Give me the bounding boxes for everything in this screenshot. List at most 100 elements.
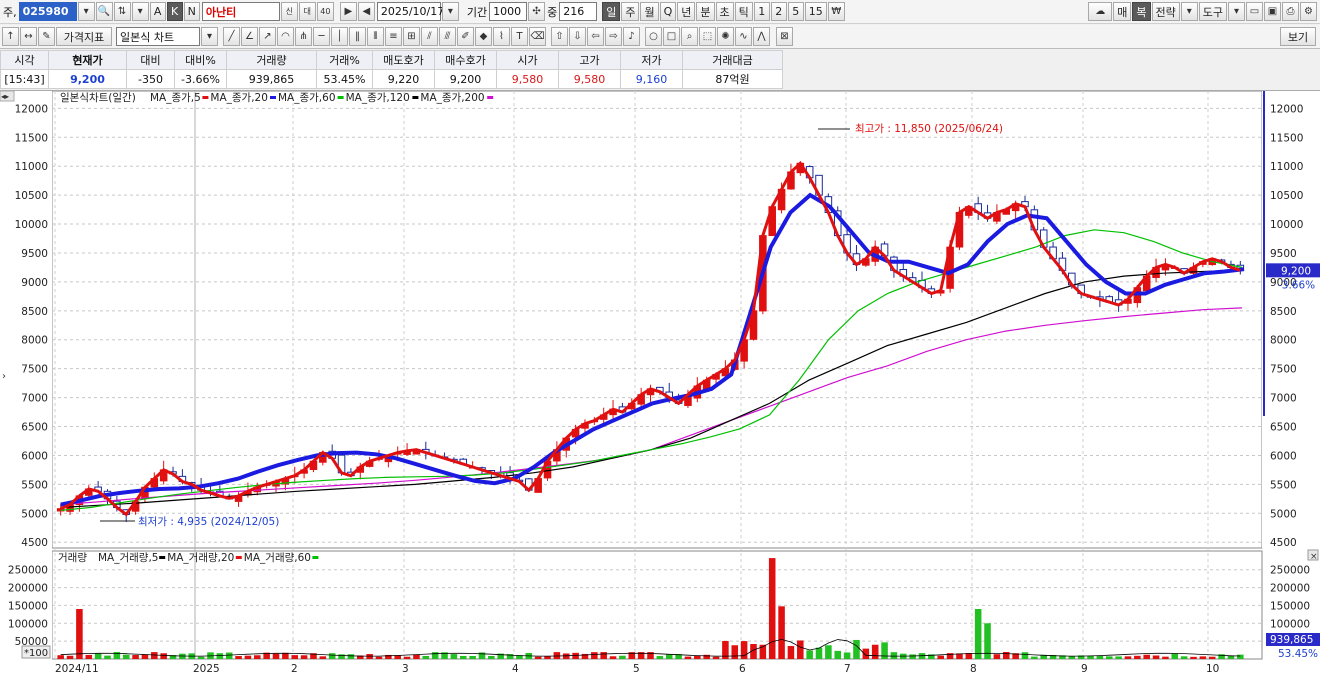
quote-value-5: 53.45% <box>316 69 373 89</box>
arrow-right-icon[interactable]: ⇨ <box>605 27 622 46</box>
period-quarter-button[interactable]: Q <box>659 2 677 21</box>
select-region-icon[interactable]: ⬚ <box>699 27 716 46</box>
date-dropdown-icon[interactable]: ▾ <box>441 2 459 21</box>
indicator-button[interactable]: 가격지표 <box>56 27 112 46</box>
strategy-button[interactable]: 전략 <box>1151 2 1180 21</box>
volume-tick-left: 250000 <box>8 565 48 577</box>
period-5-button[interactable]: 5 <box>787 2 804 21</box>
note-icon[interactable]: ♪ <box>623 27 640 46</box>
duplicate-button[interactable]: 복 <box>1132 2 1151 21</box>
edit-icon[interactable]: ✎ <box>38 27 55 46</box>
mode-n-button[interactable]: N <box>183 2 200 21</box>
cloud-icon[interactable]: ☁ <box>1088 2 1113 21</box>
period-day-button[interactable]: 일 <box>602 2 621 21</box>
stock-name-field[interactable]: 아난티 <box>201 2 280 21</box>
volume-bar <box>57 655 64 659</box>
chevron-down-icon[interactable]: ▾ <box>131 2 149 21</box>
eraser-icon[interactable]: ⌫ <box>529 27 546 46</box>
chart-type-select[interactable]: 일본식 차트 <box>116 27 200 46</box>
expand-panel-icon: › <box>2 371 6 382</box>
volume-legend-item: MA_거래량,60 <box>244 552 311 564</box>
trendline-icon[interactable]: ╱ <box>223 27 240 46</box>
play-icon[interactable]: ▶ <box>339 2 357 21</box>
wave-icon[interactable]: ∿ <box>735 27 752 46</box>
crosshair-icon[interactable]: ✣ <box>528 2 546 21</box>
fibo-time-icon[interactable]: ‖ <box>349 27 366 46</box>
price-tick-left: 7000 <box>21 393 48 405</box>
text-tool-icon[interactable]: T <box>511 27 528 46</box>
period-month-button[interactable]: 월 <box>640 2 659 21</box>
quote-value-1: 9,200 <box>48 69 127 89</box>
period-minute-button[interactable]: 분 <box>696 2 715 21</box>
folder-icon[interactable]: ▭ <box>1246 2 1263 21</box>
volume-bar <box>151 652 158 659</box>
arrow-left-icon[interactable]: ⇦ <box>587 27 604 46</box>
period-second-button[interactable]: 초 <box>715 2 734 21</box>
trade-button[interactable]: 매 <box>1113 2 1132 21</box>
save-icon[interactable]: ▣ <box>1264 2 1281 21</box>
angle-line-icon[interactable]: ∠ <box>241 27 258 46</box>
volume-bar <box>834 650 842 659</box>
period-1-button[interactable]: 1 <box>753 2 770 21</box>
fan-icon[interactable]: ⋔ <box>295 27 312 46</box>
period-week-button[interactable]: 주 <box>621 2 640 21</box>
grid-lines-icon[interactable]: ⊞ <box>403 27 420 46</box>
volume-bar <box>665 654 673 659</box>
arrow-up-icon[interactable]: ⇧ <box>551 27 568 46</box>
horizontal-line-icon[interactable]: ─ <box>313 27 330 46</box>
cycle-lines-icon[interactable]: ⦀ <box>367 27 384 46</box>
x-tick-label: 2025 <box>193 663 220 675</box>
tools-dropdown-icon[interactable]: ▾ <box>1228 2 1245 21</box>
count-input[interactable]: 216 <box>559 2 598 21</box>
tools-button[interactable]: 도구 <box>1198 2 1227 21</box>
magnet-icon[interactable]: ✺ <box>717 27 734 46</box>
current-ratio-text: 53.45% <box>1278 648 1318 660</box>
quote-header-row: 시각 현재가 대비 대비% 거래량 거래% 매도호가 매수호가 시가 고가 저가 거래대금 <box>0 50 783 70</box>
circle-icon[interactable]: ○ <box>645 27 662 46</box>
print-icon[interactable]: ⎙ <box>1282 2 1299 21</box>
volume-bar <box>76 609 83 659</box>
period-2-button[interactable]: 2 <box>770 2 787 21</box>
mode-a-button[interactable]: A <box>149 2 166 21</box>
wrench-icon[interactable]: ⚙ <box>1300 2 1317 21</box>
mode-k-button[interactable]: K <box>166 2 183 21</box>
speed-lines-icon[interactable]: ⫽ <box>421 27 438 46</box>
vertical-line-icon[interactable]: │ <box>331 27 348 46</box>
pattern-icon[interactable]: ⋀ <box>753 27 770 46</box>
price-tick-right: 8000 <box>1270 335 1297 347</box>
scroll-up-icon[interactable]: ↑ <box>2 27 19 46</box>
color-picker-icon[interactable]: ◆ <box>475 27 492 46</box>
volume-bar <box>1208 656 1216 659</box>
sort-icon[interactable]: ⇅ <box>113 2 131 21</box>
settings-icon[interactable]: ⊠ <box>776 27 793 46</box>
rectangle-icon[interactable]: □ <box>663 27 680 46</box>
pencil-icon[interactable]: ✐ <box>457 27 474 46</box>
volume-tick-right: 250000 <box>1270 565 1310 577</box>
channel-icon[interactable]: ⫻ <box>439 27 456 46</box>
period-input[interactable]: 1000 <box>489 2 528 21</box>
volume-bar <box>815 647 823 659</box>
chart-svg[interactable]: ◂▸ › 4500 4500 5000 5000 5500 5500 6000 6000 6500 6… <box>0 90 1320 681</box>
chart-type-dropdown-icon[interactable]: ▾ <box>201 27 218 46</box>
chart-area[interactable]: ◂▸ › 4500 4500 5000 5000 5500 5500 6000 6000 6500 6… <box>0 90 1320 681</box>
arrow-down-icon[interactable]: ⇩ <box>569 27 586 46</box>
custom-period-icon[interactable]: ₩ <box>827 2 845 21</box>
zoom-icon[interactable]: ⌕ <box>681 27 698 46</box>
period-year-button[interactable]: 년 <box>677 2 696 21</box>
x-tick-label: 9 <box>1081 663 1088 675</box>
stock-code-input[interactable]: 025980 <box>18 2 77 21</box>
date-input[interactable]: 2025/10/17 <box>376 2 444 21</box>
view-button[interactable]: 보기 <box>1280 27 1316 46</box>
scroll-horizontal-icon[interactable]: ↔ <box>20 27 37 46</box>
period-tick-button[interactable]: 틱 <box>734 2 753 21</box>
search-icon[interactable]: 🔍 <box>95 2 113 21</box>
brush-icon[interactable]: ⌇ <box>493 27 510 46</box>
strategy-dropdown-icon[interactable]: ▾ <box>1180 2 1198 21</box>
prev-icon[interactable]: ◀ <box>357 2 375 21</box>
fibo-retrace-icon[interactable]: ≡ <box>385 27 402 46</box>
period-15-button[interactable]: 15 <box>804 2 827 21</box>
volume-tick-right: 100000 <box>1270 618 1310 630</box>
code-dropdown-icon[interactable]: ▾ <box>77 2 95 21</box>
ray-icon[interactable]: ↗ <box>259 27 276 46</box>
arc-icon[interactable]: ◠ <box>277 27 294 46</box>
